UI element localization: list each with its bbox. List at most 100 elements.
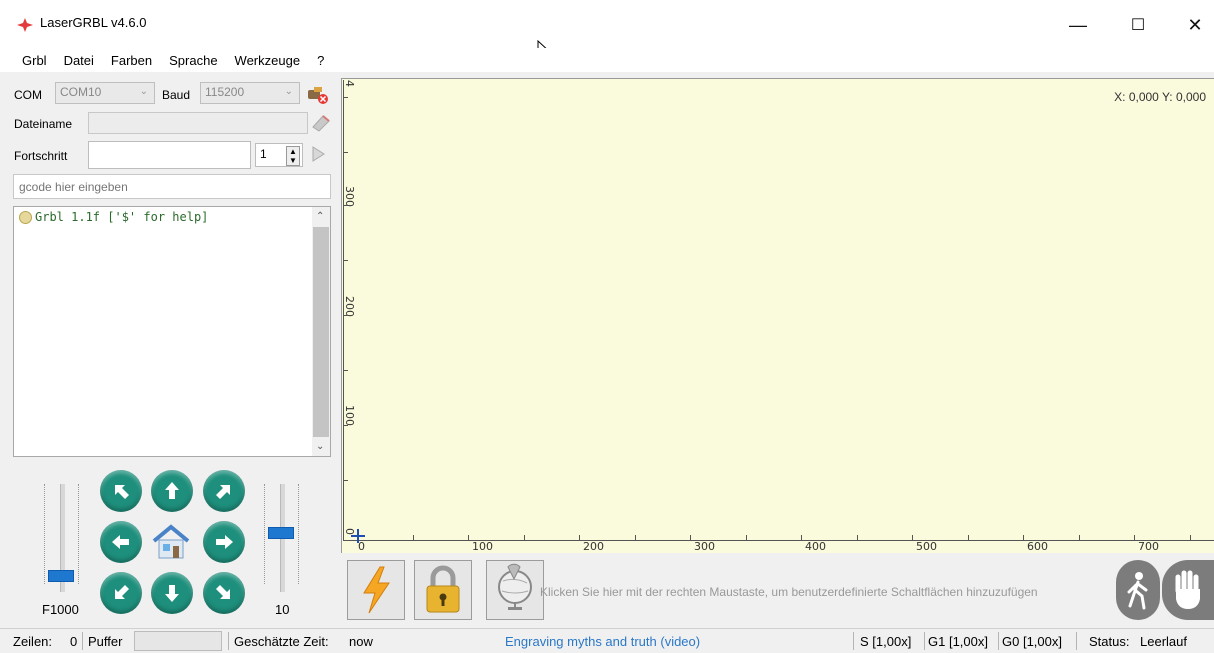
scrollbar-thumb[interactable]: [313, 227, 329, 437]
arrow-up-left-icon: [115, 485, 129, 499]
jog-down-button[interactable]: [151, 572, 193, 614]
step-slider-thumb[interactable]: [268, 527, 294, 539]
jog-up-right-button[interactable]: [203, 470, 245, 512]
progress-bar: [88, 141, 251, 169]
scroll-up-icon[interactable]: ⌃: [316, 211, 324, 222]
estimated-time-value: now: [349, 634, 373, 649]
y-tick: [343, 425, 348, 426]
speed-slider-ticks: [44, 484, 49, 584]
pause-button[interactable]: [1116, 560, 1160, 620]
maximize-button[interactable]: ☐: [1123, 10, 1153, 40]
x-tick: [413, 535, 414, 541]
scroll-down-icon[interactable]: ⌄: [316, 441, 324, 452]
repeat-stepper[interactable]: 1 ▲ ▼: [255, 143, 303, 167]
preview-canvas[interactable]: [341, 78, 1214, 553]
padlock-icon: [426, 565, 460, 613]
com-label: COM: [14, 88, 42, 102]
arrow-down-right-icon: [216, 585, 230, 599]
x-tick-label: 100: [472, 540, 493, 553]
baud-select[interactable]: 115200 ⌄: [200, 82, 300, 104]
lines-value: 0: [70, 634, 78, 649]
arrow-down-icon: [165, 585, 179, 602]
x-tick: [1079, 535, 1080, 541]
console-scrollbar[interactable]: ⌃ ⌄: [312, 207, 330, 456]
console-line: Grbl 1.1f ['$' for help]: [19, 210, 208, 224]
arrow-up-icon: [165, 482, 179, 499]
jog-down-right-button[interactable]: [203, 572, 245, 614]
y-tick: [343, 315, 348, 316]
status-divider: [228, 632, 229, 650]
gcode-input[interactable]: [13, 174, 331, 199]
home-icon: [152, 524, 190, 559]
x-tick: [968, 535, 969, 541]
x-tick-label: 300: [694, 540, 715, 553]
menu-farben[interactable]: Farben: [111, 53, 152, 68]
disconnect-icon[interactable]: [306, 84, 330, 106]
x-tick: [1023, 535, 1024, 541]
g0-override[interactable]: G0 [1,00x]: [1002, 634, 1062, 649]
console-line-text: Grbl 1.1f ['$' for help]: [35, 210, 209, 224]
y-tick: [343, 152, 348, 153]
menu-datei[interactable]: Datei: [64, 53, 94, 68]
stepper-arrows-icon[interactable]: ▲ ▼: [286, 146, 300, 166]
x-tick: [524, 535, 525, 541]
laser-on-button[interactable]: [347, 560, 405, 620]
com-port-select[interactable]: COM10 ⌄: [55, 82, 155, 104]
jog-down-left-button[interactable]: [100, 572, 142, 614]
filename-label: Dateiname: [14, 117, 73, 131]
x-tick-label: 500: [916, 540, 937, 553]
jog-left-button[interactable]: [100, 521, 142, 563]
step-slider-ticks: [298, 484, 303, 584]
menu-werkzeuge[interactable]: Werkzeuge: [235, 53, 301, 68]
open-file-icon[interactable]: [310, 112, 332, 134]
menu-sprache[interactable]: Sprache: [169, 53, 217, 68]
baud-label: Baud: [162, 88, 191, 102]
jog-up-button[interactable]: [151, 470, 193, 512]
speed-slider-ticks: [78, 484, 83, 584]
s-override[interactable]: S [1,00x]: [860, 634, 911, 649]
chevron-down-icon: ⌄: [284, 86, 293, 97]
buffer-bar: [134, 631, 222, 651]
arrow-up-right-icon: [216, 485, 230, 499]
console-log[interactable]: Grbl 1.1f ['$' for help] ⌃ ⌄: [13, 206, 331, 457]
engraving-myths-link[interactable]: Engraving myths and truth (video): [505, 634, 700, 649]
origin-crosshair-icon: [351, 529, 365, 543]
x-tick: [912, 535, 913, 541]
minimize-button[interactable]: —: [1063, 10, 1093, 40]
message-icon: [19, 210, 32, 224]
speed-slider-thumb[interactable]: [48, 570, 74, 582]
x-tick: [857, 535, 858, 541]
arrow-down-left-icon: [115, 585, 129, 599]
y-tick: [343, 480, 348, 481]
x-tick: [1134, 535, 1135, 541]
progress-label: Fortschritt: [14, 149, 68, 163]
walking-person-icon: [1127, 572, 1148, 610]
stop-button[interactable]: [1162, 560, 1214, 620]
jog-right-button[interactable]: [203, 521, 245, 563]
run-play-icon[interactable]: [309, 145, 327, 163]
unlock-button[interactable]: [414, 560, 472, 620]
menu-bar: Grbl Datei Farben Sprache Werkzeuge ?: [0, 48, 1214, 72]
arrow-right-icon: [216, 535, 233, 549]
buffer-label: Puffer: [88, 634, 123, 649]
home-button[interactable]: [148, 519, 194, 565]
speed-slider[interactable]: [40, 484, 84, 592]
x-tick: [579, 535, 580, 541]
x-tick: [1190, 535, 1191, 541]
filename-field[interactable]: [88, 112, 308, 134]
close-button[interactable]: ✕: [1180, 10, 1210, 40]
status-divider: [853, 632, 854, 650]
status-label: Status:: [1089, 634, 1130, 649]
step-slider[interactable]: [260, 484, 304, 592]
jog-up-left-button[interactable]: [100, 470, 142, 512]
custom-buttons-hint: Klicken Sie hier mit der rechten Maustas…: [540, 585, 1038, 599]
laser-app-icon: [17, 18, 33, 32]
go-to-origin-button[interactable]: [486, 560, 544, 620]
y-tick: [343, 205, 348, 206]
y-tick: [343, 260, 348, 261]
g1-override[interactable]: G1 [1,00x]: [928, 634, 988, 649]
lightning-icon: [363, 566, 390, 614]
menu-help[interactable]: ?: [317, 53, 324, 68]
title-bar: LaserGRBL v4.6.0 — ☐ ✕: [0, 0, 1214, 61]
menu-grbl[interactable]: Grbl: [22, 53, 47, 68]
